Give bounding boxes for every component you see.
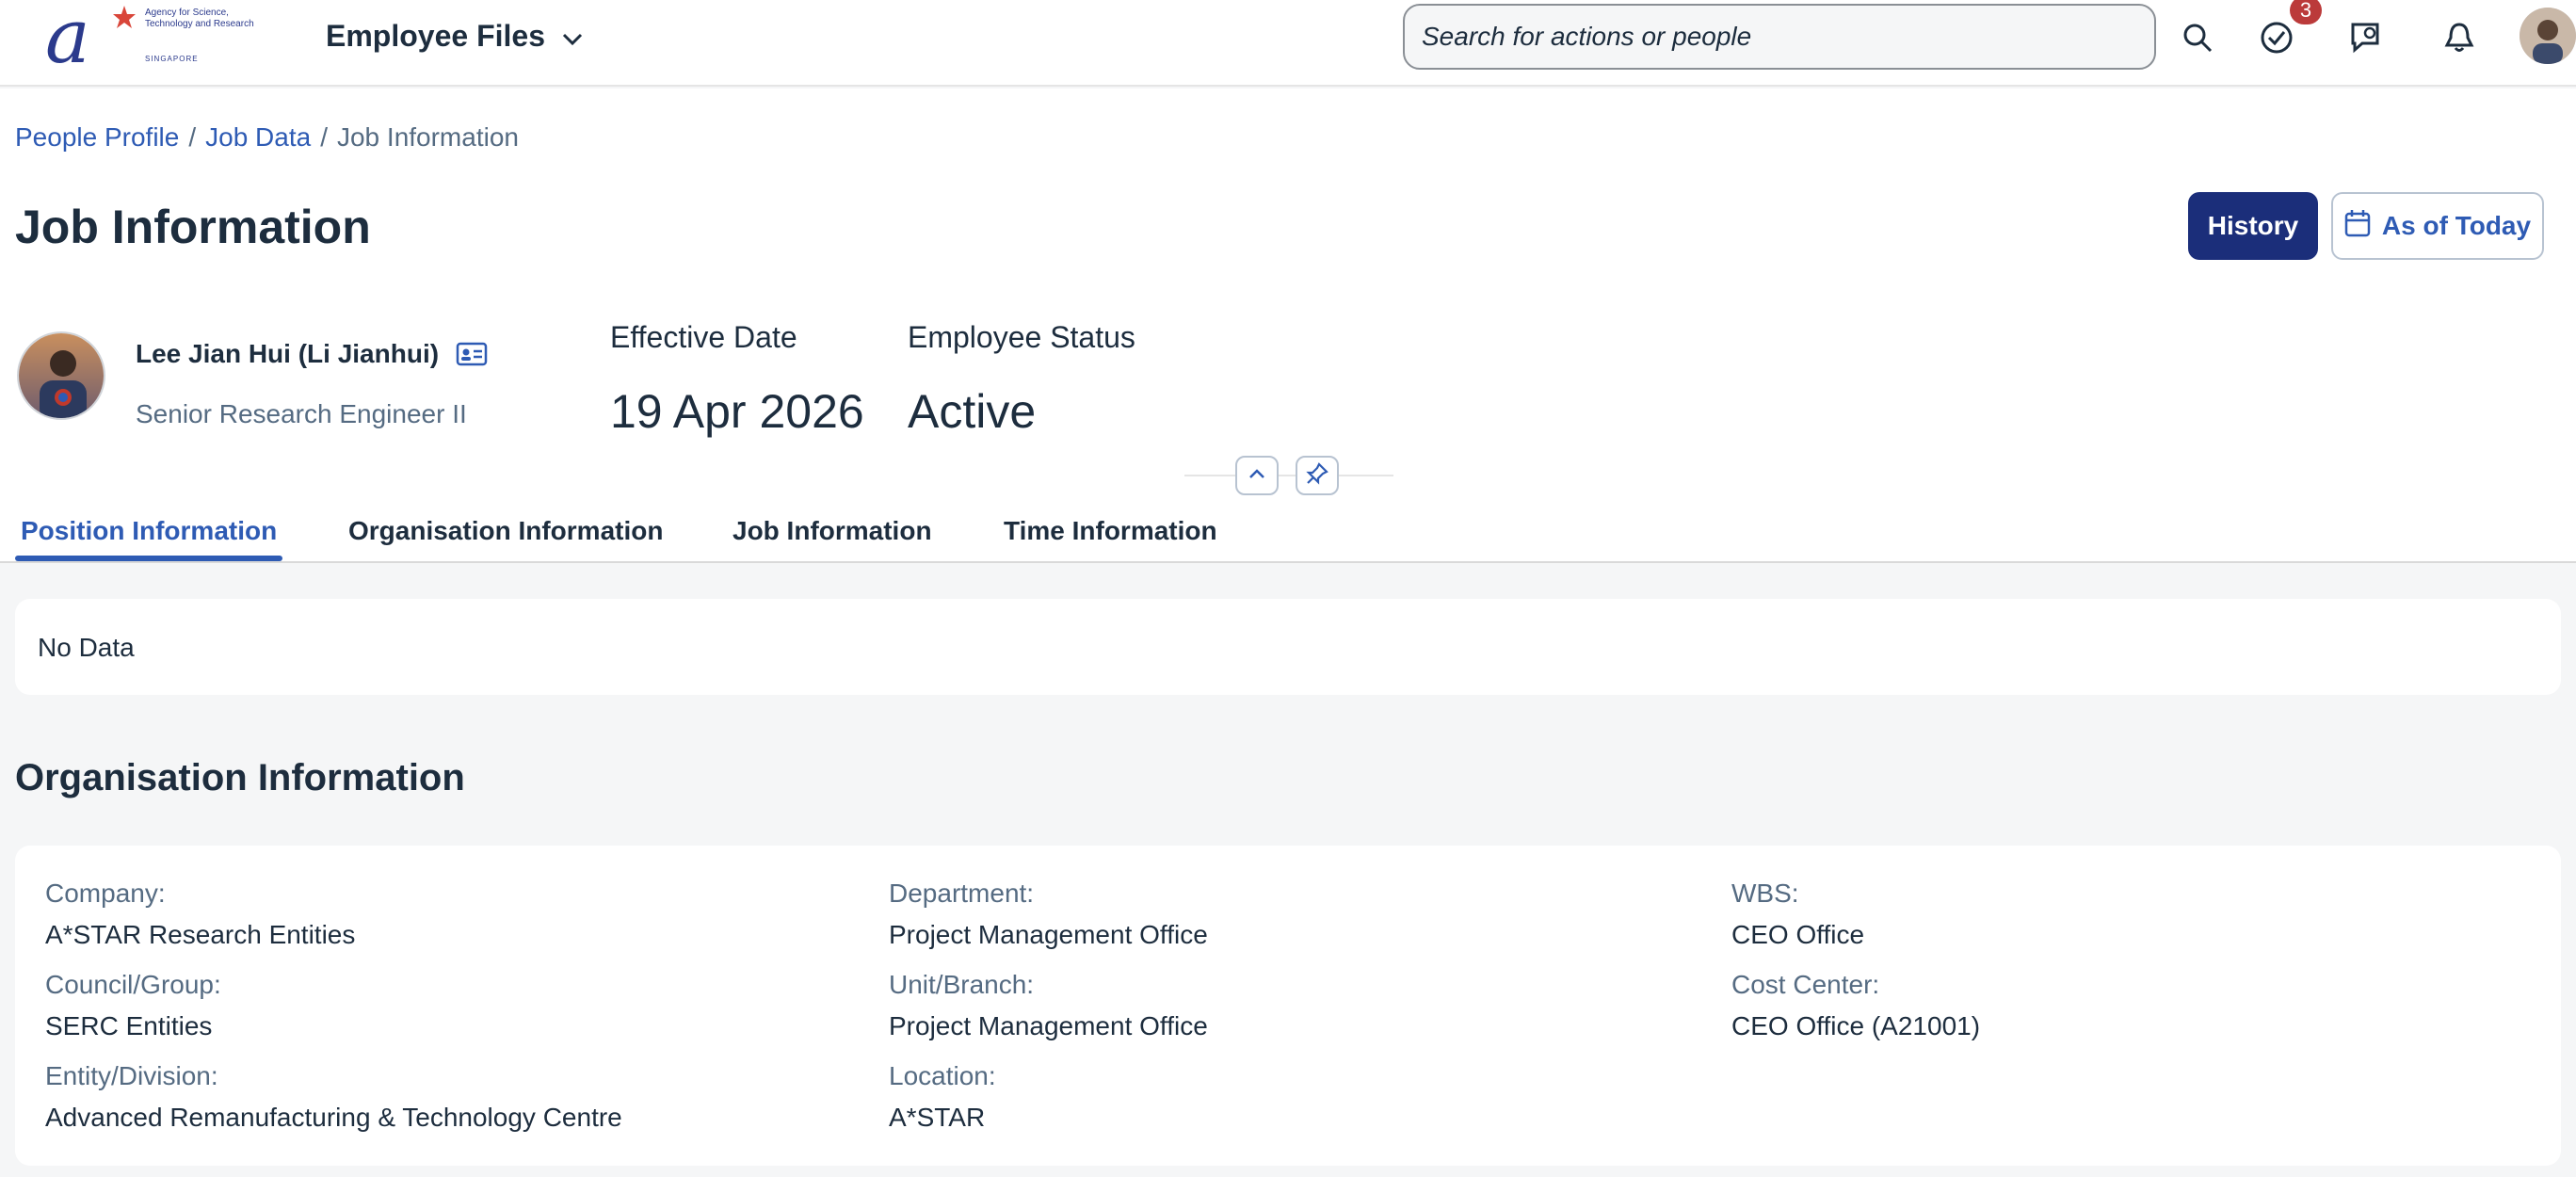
employee-job-title: Senior Research Engineer II [136, 399, 467, 428]
section-tabs: Position Information Organisation Inform… [0, 503, 2576, 563]
tab-position-information[interactable]: Position Information [21, 503, 277, 561]
employee-status-label: Employee Status [908, 320, 1135, 354]
field-label: Location: [889, 1061, 996, 1090]
field-department: Department: Project Management Office [889, 878, 1208, 951]
user-avatar[interactable] [2520, 8, 2576, 64]
employee-photo [17, 331, 105, 420]
bell-icon[interactable] [2433, 11, 2486, 64]
field-value: SERC Entities [45, 1011, 213, 1040]
field-value: Project Management Office [889, 1011, 1208, 1040]
organisation-section-title: Organisation Information [15, 757, 465, 798]
page-title: Job Information [15, 201, 371, 253]
pin-header-button[interactable] [1296, 456, 1339, 495]
logo-text: Agency for Science, Technology and Resea… [145, 8, 254, 29]
field-label: Council/Group: [45, 970, 221, 999]
field-value: CEO Office [1731, 920, 1865, 949]
field-label: Unit/Branch: [889, 970, 1035, 999]
chat-icon[interactable] [2341, 11, 2393, 64]
app-title-menu[interactable]: Employee Files [326, 17, 583, 55]
organisation-information-card: Company: A*STAR Research Entities Counci… [15, 846, 2561, 1166]
astar-logo[interactable]: a Agency for Science, Technology and Res… [45, 0, 262, 75]
history-button[interactable]: History [2188, 192, 2318, 260]
field-label: Department: [889, 879, 1035, 908]
header-divider [1184, 475, 1393, 476]
field-value: Advanced Remanufacturing & Technology Ce… [45, 1103, 622, 1132]
breadcrumb-current: Job Information [336, 122, 519, 152]
field-cost-center: Cost Center: CEO Office (A21001) [1731, 969, 1980, 1042]
search-input[interactable]: Search for actions or people [1403, 4, 2156, 70]
employee-status-value: Active [908, 385, 1037, 438]
breadcrumb-separator: / [188, 122, 197, 152]
field-label: Cost Center: [1731, 970, 1880, 999]
app-title: Employee Files [326, 18, 545, 53]
shell-bar: a Agency for Science, Technology and Res… [0, 0, 2576, 87]
tab-organisation-information[interactable]: Organisation Information [348, 503, 663, 561]
field-company: Company: A*STAR Research Entities [45, 878, 355, 951]
breadcrumb: People Profile / Job Data / Job Information [15, 122, 519, 153]
as-of-today-label: As of Today [2381, 211, 2532, 240]
no-data-text: No Data [38, 633, 135, 662]
tab-time-information[interactable]: Time Information [1004, 503, 1217, 561]
field-unit-branch: Unit/Branch: Project Management Office [889, 969, 1208, 1042]
field-value: A*STAR [889, 1103, 986, 1132]
position-information-card: No Data [15, 599, 2561, 695]
effective-date-value: 19 Apr 2026 [610, 385, 864, 438]
calendar-icon [2344, 209, 2371, 244]
breadcrumb-separator: / [320, 122, 328, 152]
field-wbs: WBS: CEO Office [1731, 878, 1864, 951]
svg-text:a: a [45, 0, 90, 75]
breadcrumb-people-profile[interactable]: People Profile [15, 122, 179, 152]
employee-name: Lee Jian Hui (Li Jianhui) [136, 339, 440, 368]
logo-subtext: SINGAPORE [145, 55, 199, 63]
tasks-count-badge: 3 [2290, 0, 2322, 24]
effective-date-label: Effective Date [610, 320, 797, 354]
breadcrumb-job-data[interactable]: Job Data [205, 122, 311, 152]
pin-icon [1305, 461, 1329, 491]
field-label: Company: [45, 879, 166, 908]
tab-job-information[interactable]: Job Information [733, 503, 932, 561]
field-value: CEO Office (A21001) [1731, 1011, 1981, 1040]
field-entity-division: Entity/Division: Advanced Remanufacturin… [45, 1060, 622, 1134]
field-label: Entity/Division: [45, 1061, 218, 1090]
search-placeholder: Search for actions or people [1422, 22, 1752, 51]
collapse-header-button[interactable] [1235, 456, 1279, 495]
field-value: Project Management Office [889, 920, 1208, 949]
field-council-group: Council/Group: SERC Entities [45, 969, 221, 1042]
field-value: A*STAR Research Entities [45, 920, 356, 949]
as-of-today-button[interactable]: As of Today [2331, 192, 2544, 260]
contact-card-icon[interactable] [456, 341, 488, 372]
object-header: People Profile / Job Data / Job Information … [0, 89, 2576, 563]
search-icon[interactable] [2171, 11, 2224, 64]
chevron-up-icon [1248, 467, 1266, 485]
field-location: Location: A*STAR [889, 1060, 996, 1134]
chevron-down-icon [562, 19, 583, 54]
active-tab-indicator [15, 556, 282, 561]
field-label: WBS: [1731, 879, 1799, 908]
